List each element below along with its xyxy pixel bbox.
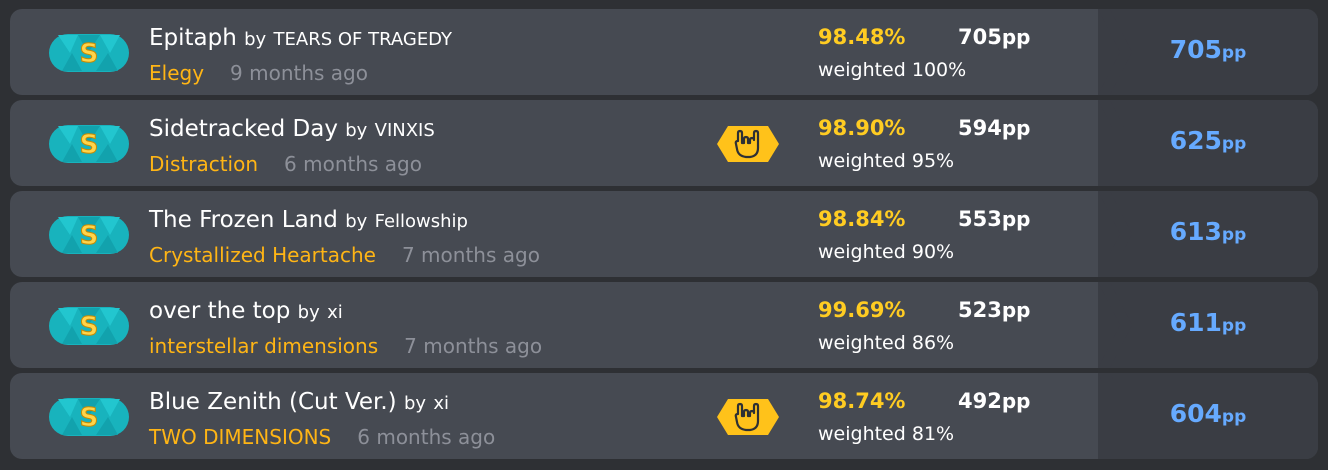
rock-hand-mod-icon[interactable]: [716, 397, 780, 437]
rank-letter: S: [80, 39, 99, 69]
beatmap-title: Epitaph: [149, 25, 237, 51]
rank-s-icon: S: [48, 306, 130, 346]
weight-percent: weighted 86%: [818, 332, 955, 354]
raw-pp-value: 705: [958, 25, 1002, 49]
beatmap-title-line[interactable]: The Frozen Land by Fellowship: [149, 205, 468, 237]
raw-pp-unit: pp: [1001, 25, 1031, 49]
weight-percent: weighted 100%: [818, 59, 967, 81]
score-row[interactable]: S Blue Zenith (Cut Ver.) by xi TWO DIMEN…: [10, 373, 1318, 459]
difficulty-name: interstellar dimensions: [149, 334, 379, 358]
raw-pp: 553pp: [958, 207, 1030, 231]
weighted-pp-value: 611: [1169, 308, 1222, 337]
beatmap-artist: xi: [327, 302, 343, 323]
beatmap-title-line[interactable]: Blue Zenith (Cut Ver.) by xi: [149, 387, 449, 419]
weighted-pp-unit: pp: [1221, 407, 1247, 427]
beatmap-title-line[interactable]: Sidetracked Day by VINXIS: [149, 114, 435, 146]
beatmap-subline: Crystallized Heartache 7 months ago: [149, 241, 540, 269]
raw-pp-unit: pp: [1001, 389, 1031, 413]
beatmap-title-line[interactable]: over the top by xi: [149, 296, 343, 328]
weighted-pp-unit: pp: [1221, 316, 1247, 336]
score-row[interactable]: S The Frozen Land by Fellowship Crystall…: [10, 191, 1318, 277]
beatmap-artist: VINXIS: [374, 120, 435, 141]
rank-letter: S: [80, 403, 99, 433]
weighted-pp: 604pp: [1098, 399, 1318, 428]
rock-hand-mod-icon[interactable]: [716, 124, 780, 164]
weight-percent: weighted 95%: [818, 150, 955, 172]
raw-pp-unit: pp: [1001, 116, 1031, 140]
raw-pp: 705pp: [958, 25, 1030, 49]
beatmap-subline: interstellar dimensions 7 months ago: [149, 332, 542, 360]
weighted-pp-value: 604: [1169, 399, 1222, 428]
beatmap-title: The Frozen Land: [149, 207, 338, 233]
beatmap-artist: Fellowship: [374, 211, 468, 232]
by-label: by: [297, 302, 320, 323]
weighted-pp: 611pp: [1098, 308, 1318, 337]
weighted-pp-value: 613: [1169, 217, 1222, 246]
raw-pp-unit: pp: [1001, 207, 1031, 231]
beatmap-subline: Distraction 6 months ago: [149, 150, 422, 178]
time-ago: 9 months ago: [230, 61, 368, 85]
beatmap-title: Sidetracked Day: [149, 116, 338, 142]
raw-pp-value: 523: [958, 298, 1002, 322]
weighted-pp: 705pp: [1098, 35, 1318, 64]
by-label: by: [244, 29, 267, 50]
weighted-pp-value: 625: [1169, 126, 1222, 155]
time-ago: 7 months ago: [404, 334, 543, 358]
by-label: by: [345, 120, 368, 141]
time-ago: 6 months ago: [284, 152, 422, 176]
weighted-pp-unit: pp: [1221, 134, 1247, 154]
weighted-pp: 625pp: [1098, 126, 1318, 155]
difficulty-name: Crystallized Heartache: [149, 243, 376, 267]
beatmap-artist: TEARS OF TRAGEDY: [273, 29, 453, 50]
rank-s-icon: S: [48, 124, 130, 164]
weighted-pp: 613pp: [1098, 217, 1318, 246]
accuracy: 98.48%: [818, 25, 906, 49]
raw-pp: 523pp: [958, 298, 1030, 322]
accuracy: 98.90%: [818, 116, 906, 140]
score-row[interactable]: S Epitaph by TEARS OF TRAGEDY Elegy 9 mon…: [10, 9, 1318, 95]
beatmap-title: Blue Zenith (Cut Ver.): [149, 389, 397, 415]
beatmap-title: over the top: [149, 298, 291, 324]
difficulty-name: Distraction: [149, 152, 259, 176]
score-row[interactable]: S over the top by xi interstellar dimens…: [10, 282, 1318, 368]
time-ago: 7 months ago: [401, 243, 540, 267]
weighted-pp-value: 705: [1169, 35, 1222, 64]
difficulty-name: Elegy: [149, 61, 205, 85]
weight-percent: weighted 90%: [818, 241, 955, 263]
by-label: by: [345, 211, 368, 232]
weighted-pp-unit: pp: [1221, 43, 1247, 63]
raw-pp-value: 492: [958, 389, 1002, 413]
beatmap-artist: xi: [433, 393, 450, 414]
beatmap-subline: Elegy 9 months ago: [149, 59, 368, 87]
rank-letter: S: [80, 221, 99, 251]
raw-pp-value: 553: [958, 207, 1002, 231]
rank-s-icon: S: [48, 33, 130, 73]
raw-pp: 594pp: [958, 116, 1030, 140]
weight-percent: weighted 81%: [818, 423, 955, 445]
raw-pp: 492pp: [958, 389, 1030, 413]
rank-letter: S: [80, 312, 99, 342]
rank-s-icon: S: [48, 397, 130, 437]
rank-letter: S: [80, 130, 99, 160]
difficulty-name: TWO DIMENSIONS: [149, 425, 332, 449]
time-ago: 6 months ago: [357, 425, 496, 449]
raw-pp-value: 594: [958, 116, 1002, 140]
score-row[interactable]: S Sidetracked Day by VINXIS Distraction 6…: [10, 100, 1318, 186]
beatmap-title-line[interactable]: Epitaph by TEARS OF TRAGEDY: [149, 23, 452, 55]
by-label: by: [403, 393, 427, 414]
weighted-pp-unit: pp: [1221, 225, 1247, 245]
beatmap-subline: TWO DIMENSIONS 6 months ago: [149, 423, 495, 451]
accuracy: 98.74%: [818, 389, 906, 413]
accuracy: 99.69%: [818, 298, 906, 322]
rank-s-icon: S: [48, 215, 130, 255]
accuracy: 98.84%: [818, 207, 906, 231]
raw-pp-unit: pp: [1001, 298, 1031, 322]
score-list: S Epitaph by TEARS OF TRAGEDY Elegy 9 mon…: [10, 9, 1318, 459]
